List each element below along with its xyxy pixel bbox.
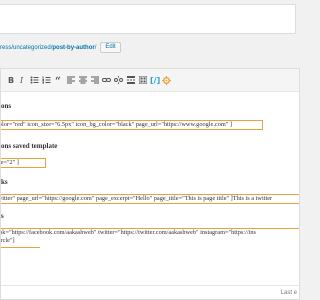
shortcode-block-4-line1: ook="https://facebook.com/aakashweb" twi… [0,229,256,236]
shortcode-block-4-line2: circle"] [0,237,15,244]
heading-social: s [1,212,4,220]
bold-icon[interactable]: B [5,73,16,87]
align-center-icon[interactable] [77,73,88,87]
permalink-url[interactable]: ress/uncategorized/post-by-author/ [0,45,96,51]
edit-permalink-button[interactable]: Edit [100,42,121,53]
shortcode-block-3[interactable]: twitter" page_url="https://google.com" p… [1,194,299,204]
svg-text:[/]: [/] [150,76,160,84]
shortcode-block-4[interactable]: ook="https://facebook.com/aakashweb" twi… [0,228,299,248]
editor-toolbar: B I “ [/] [1,69,299,92]
shortcode-icon[interactable]: [/] [149,73,160,87]
align-left-icon[interactable] [65,73,76,87]
heading-saved-template: ons saved template [1,142,58,150]
shortcode-block-4-underline [1,247,40,248]
bulleted-list-icon[interactable] [29,73,40,87]
toolbar-toggle-icon[interactable] [137,73,148,87]
editor-content[interactable]: ons color="red" icon_size="6.5px" icon_b… [1,92,299,292]
shortcode-block-2[interactable]: ate="2" ] [1,158,46,168]
settings-icon[interactable] [161,73,172,87]
status-bar: Last e [1,285,299,299]
svg-text:“: “ [55,76,61,84]
align-right-icon[interactable] [89,73,100,87]
link-icon[interactable] [101,73,112,87]
heading-links: ks [1,178,8,186]
unlink-icon[interactable] [113,73,124,87]
read-more-icon[interactable] [125,73,136,87]
last-edited-text: Last e [280,289,297,296]
numbered-list-icon[interactable] [41,73,52,87]
permalink-bar: ress/uncategorized/post-by-author/ Edit [0,42,121,53]
shortcode-block-1[interactable]: color="red" icon_size="6.5px" icon_bg_co… [1,120,263,130]
italic-icon[interactable]: I [17,73,28,87]
svg-text:I: I [19,76,24,84]
post-editor: B I “ [/] ons color="red" icon_size="6.5… [0,68,300,300]
svg-text:B: B [8,76,14,84]
post-title-input[interactable] [0,4,296,34]
heading-share-icons: ons [1,102,12,110]
blockquote-icon[interactable]: “ [53,73,64,87]
